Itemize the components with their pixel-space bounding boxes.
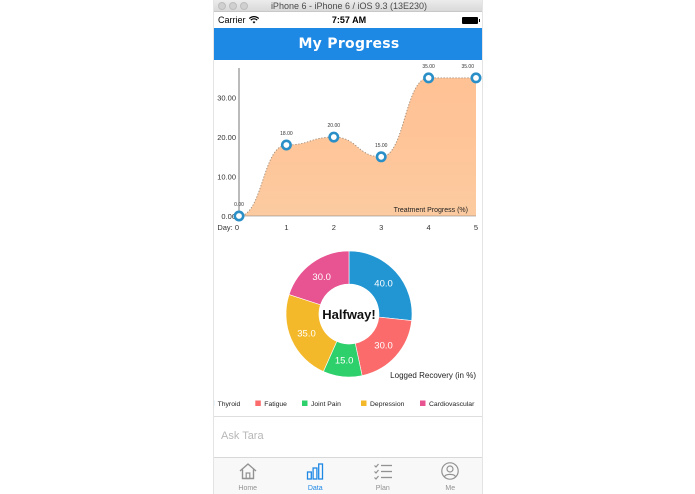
simulator-window: iPhone 6 - iPhone 6 / iOS 9.3 (13E230) C… bbox=[213, 0, 483, 494]
progress-area bbox=[239, 77, 476, 216]
tab-data-label: Data bbox=[307, 485, 323, 492]
legend-label: Depression bbox=[370, 401, 405, 408]
y-tick-label: 10.00 bbox=[217, 173, 236, 182]
data-point bbox=[328, 131, 340, 143]
legend-label: Cardiovascular bbox=[429, 401, 475, 408]
legend-swatch bbox=[302, 400, 308, 406]
bar-chart-icon bbox=[307, 463, 324, 480]
tab-home[interactable]: Home bbox=[214, 458, 282, 494]
person-icon bbox=[441, 462, 460, 480]
point-value-label: 20.00 bbox=[328, 123, 341, 129]
ask-bar bbox=[214, 416, 482, 457]
window-titlebar: iPhone 6 - iPhone 6 / iOS 9.3 (13E230) bbox=[214, 0, 482, 12]
data-point bbox=[375, 151, 387, 163]
logged-recovery-chart: 40.0 30.0 15.0 35.0 30.0 Halfway! Logged Recov… bbox=[214, 250, 476, 408]
point-value-label: 0.00 bbox=[234, 202, 244, 208]
x-tick-label: 2 bbox=[332, 223, 336, 232]
slice-value-label: 35.0 bbox=[297, 328, 316, 339]
legend-swatch bbox=[361, 400, 367, 406]
tab-me[interactable]: Me bbox=[417, 458, 483, 494]
data-point bbox=[280, 139, 292, 151]
slice-value-label: 30.0 bbox=[312, 272, 331, 283]
point-value-label: 15.00 bbox=[375, 143, 388, 149]
legend-label: Fatigue bbox=[264, 401, 287, 408]
x-tick-label: 5 bbox=[474, 223, 478, 232]
treatment-progress-chart: 0.0010.0020.0030.00Day: 0 1 2 3 4 50.0018.002… bbox=[217, 64, 482, 232]
nav-bar: My Progress bbox=[214, 28, 482, 60]
x-tick-label: 3 bbox=[379, 223, 383, 232]
x-tick-label: 1 bbox=[284, 223, 288, 232]
data-point bbox=[233, 210, 245, 222]
tab-plan-label: Plan bbox=[375, 485, 390, 492]
x-tick-label: 4 bbox=[427, 223, 431, 232]
donut-caption: Logged Recovery (in %) bbox=[390, 371, 476, 380]
x-tick-label: Day: 0 bbox=[217, 223, 239, 232]
page-title: My Progress bbox=[298, 36, 400, 52]
status-bar: Carrier 7:57 AM bbox=[214, 13, 482, 28]
series-label: Treatment Progress (%) bbox=[394, 207, 468, 214]
point-value-label: 35.00 bbox=[461, 64, 474, 70]
donut-center-text: Halfway! bbox=[322, 307, 375, 322]
legend-swatch bbox=[420, 400, 426, 406]
legend-label: Thyroid bbox=[218, 401, 241, 408]
data-point bbox=[470, 72, 482, 84]
battery-icon bbox=[462, 17, 480, 24]
tab-home-label: Home bbox=[238, 485, 258, 492]
slice-value-label: 15.0 bbox=[335, 356, 354, 367]
window-title: iPhone 6 - iPhone 6 / iOS 9.3 (13E230) bbox=[270, 1, 428, 11]
legend-label: Joint Pain bbox=[311, 401, 341, 408]
data-point bbox=[423, 72, 435, 84]
status-time: 7:57 AM bbox=[331, 15, 367, 25]
checklist-icon bbox=[373, 463, 392, 480]
point-value-label: 35.00 bbox=[422, 64, 435, 70]
point-value-label: 18.00 bbox=[280, 131, 293, 137]
tab-me-label: Me bbox=[445, 485, 456, 492]
tab-data[interactable]: Data bbox=[282, 458, 350, 494]
ask-tara-input[interactable] bbox=[221, 425, 477, 447]
slice-value-label: 40.0 bbox=[374, 278, 393, 289]
y-tick-label: 30.00 bbox=[217, 94, 236, 103]
home-icon bbox=[239, 463, 257, 480]
tab-bar: Home Data Plan Me bbox=[214, 457, 483, 494]
tab-plan[interactable]: Plan bbox=[349, 458, 417, 494]
slice-value-label: 30.0 bbox=[374, 341, 393, 352]
legend-swatch bbox=[255, 400, 261, 406]
y-tick-label: 20.00 bbox=[217, 133, 236, 142]
